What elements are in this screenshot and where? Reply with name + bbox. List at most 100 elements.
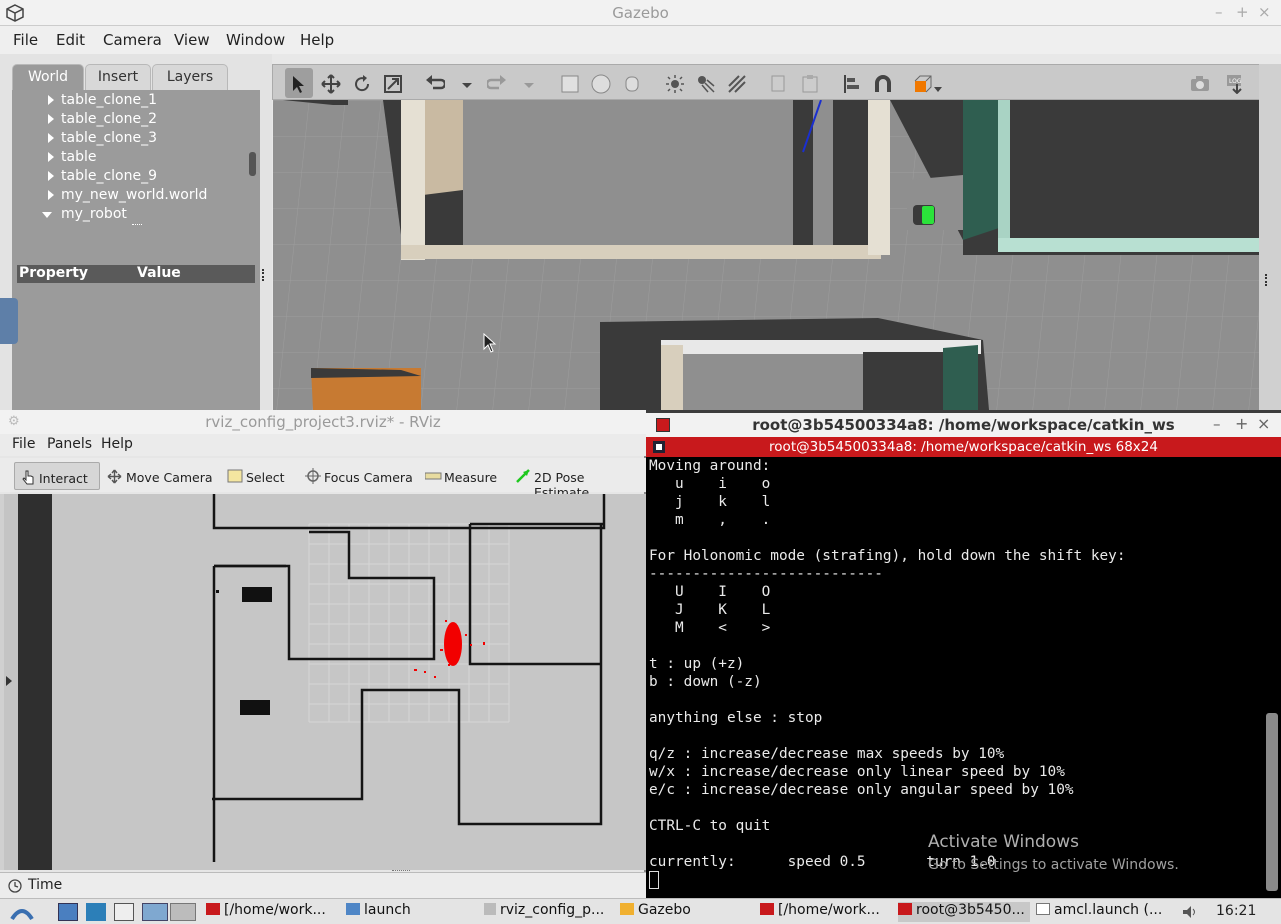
undo-icon[interactable]	[425, 74, 445, 94]
maximize-icon[interactable]: +	[1236, 3, 1249, 21]
terminal-line: Moving around:	[649, 458, 771, 474]
tree-item[interactable]: table_clone_9	[48, 168, 157, 187]
tree-item-expanded[interactable]: my_robot	[42, 206, 127, 225]
start-menu-icon[interactable]	[10, 901, 34, 923]
expand-arrow-icon[interactable]	[48, 133, 54, 143]
tree-item[interactable]: my_new_world.world	[48, 187, 207, 206]
expand-arrow-icon[interactable]	[48, 190, 54, 200]
terminal-line: j k l	[649, 494, 771, 510]
select-arrow-icon[interactable]	[289, 74, 309, 94]
ruler-icon	[425, 472, 442, 480]
tool-select[interactable]: Select	[222, 462, 291, 490]
collapse-arrow-icon[interactable]	[42, 212, 52, 218]
rviz-map-render[interactable]	[4, 494, 646, 870]
splitter-handle[interactable]	[132, 224, 142, 228]
maximize-icon[interactable]: +	[1235, 414, 1248, 433]
side-dock-handle[interactable]	[0, 298, 18, 344]
rotate-icon[interactable]	[352, 74, 372, 94]
task-amcl-launch[interactable]: amcl.launch (...	[1036, 902, 1164, 922]
task-launch-folder[interactable]: launch	[346, 902, 476, 922]
right-splitter-handle[interactable]	[1265, 274, 1269, 286]
tool-measure[interactable]: Measure	[420, 462, 503, 490]
workspace-2-icon[interactable]	[170, 903, 196, 921]
tree-item[interactable]: table_clone_2	[48, 111, 157, 130]
tool-interact[interactable]: Interact	[14, 462, 100, 490]
screenshot-icon[interactable]	[1190, 74, 1210, 94]
tab-layers[interactable]: Layers	[152, 64, 228, 90]
gazebo-title: Gazebo	[612, 4, 669, 22]
tab-world[interactable]: World	[12, 64, 84, 90]
rviz-menu-panels[interactable]: Panels	[47, 436, 92, 452]
menu-help[interactable]: Help	[300, 31, 334, 49]
rviz-3d-view[interactable]	[4, 494, 646, 870]
terminal-output[interactable]: Moving around: u i o j k l m , . For Hol…	[649, 457, 1259, 893]
close-icon[interactable]: ×	[1258, 3, 1271, 21]
view-angle-dropdown-icon[interactable]	[934, 87, 942, 93]
close-icon[interactable]: ×	[1257, 414, 1270, 433]
terminal-tab-bar[interactable]: root@3b54500334a8: /home/workspace/catki…	[646, 437, 1281, 457]
tool-focus-camera[interactable]: Focus Camera	[300, 462, 419, 490]
minimize-icon[interactable]: –	[1213, 415, 1221, 433]
redo-dropdown-icon[interactable]	[519, 74, 539, 94]
align-icon[interactable]	[842, 74, 862, 94]
task-terminal-2[interactable]: [/home/work...	[760, 902, 892, 922]
log-icon[interactable]: LOG	[1225, 74, 1245, 94]
box-icon[interactable]	[560, 74, 580, 94]
undo-dropdown-icon[interactable]	[457, 74, 477, 94]
copy-icon[interactable]	[769, 74, 789, 94]
tab-insert[interactable]: Insert	[85, 64, 151, 90]
gazebo-scene-render[interactable]	[273, 100, 1259, 410]
rviz-menu-file[interactable]: File	[12, 436, 35, 452]
focus-camera-icon	[305, 468, 321, 484]
expand-arrow-icon[interactable]	[48, 114, 54, 124]
menu-file[interactable]: File	[13, 31, 38, 49]
terminal-scrollbar[interactable]	[1266, 713, 1278, 891]
terminal-titlebar[interactable]: root@3b54500334a8: /home/workspace/catki…	[646, 413, 1281, 437]
sphere-icon[interactable]	[591, 74, 611, 94]
menu-camera[interactable]: Camera	[103, 31, 162, 49]
menu-window[interactable]: Window	[226, 31, 285, 49]
tool-move-camera[interactable]: Move Camera	[102, 462, 219, 490]
settings-icon[interactable]	[86, 903, 106, 921]
tree-item[interactable]: table_clone_1	[48, 92, 157, 111]
scale-icon[interactable]	[383, 74, 403, 94]
expand-arrow-icon[interactable]	[48, 95, 54, 105]
gazebo-3d-viewport[interactable]	[273, 100, 1259, 410]
terminal-line: t : up (+z)	[649, 656, 745, 672]
rviz-menu-help[interactable]: Help	[101, 436, 133, 452]
view-angle-icon[interactable]	[913, 74, 933, 94]
spot-light-icon[interactable]	[696, 74, 716, 94]
svg-text:LOG: LOG	[1229, 78, 1242, 85]
task-gazebo[interactable]: Gazebo	[620, 902, 754, 922]
paste-icon[interactable]	[800, 74, 820, 94]
menu-view[interactable]: View	[174, 31, 210, 49]
task-terminal-1[interactable]: [/home/work...	[206, 902, 340, 922]
menu-edit[interactable]: Edit	[56, 31, 85, 49]
translate-icon[interactable]	[321, 74, 341, 94]
rviz-titlebar[interactable]: ⚙ rviz_config_project3.rviz* - RViz	[0, 410, 646, 434]
file-manager-icon[interactable]	[58, 903, 78, 921]
expand-left-panel-icon[interactable]	[6, 676, 12, 686]
minimize-icon[interactable]: –	[1215, 3, 1223, 21]
volume-icon[interactable]	[1181, 904, 1199, 920]
workspace-1-icon[interactable]	[142, 903, 168, 921]
directional-light-icon[interactable]	[727, 74, 747, 94]
task-rviz[interactable]: rviz_config_p...	[484, 902, 616, 922]
gazebo-titlebar[interactable]: Gazebo – + ×	[0, 0, 1281, 26]
redo-icon[interactable]	[487, 74, 507, 94]
tree-scrollbar[interactable]	[249, 152, 256, 176]
expand-arrow-icon[interactable]	[48, 171, 54, 181]
terminal-launcher-icon[interactable]	[114, 903, 134, 921]
tree-item[interactable]: table_clone_3	[48, 130, 157, 149]
task-terminal-active[interactable]: root@3b5450...	[898, 902, 1030, 922]
tool-2d-pose-estimate[interactable]: 2D Pose Estimate	[510, 462, 646, 500]
terminal-line: U I O	[649, 584, 771, 600]
cylinder-icon[interactable]	[622, 74, 642, 94]
panel-splitter-handle[interactable]	[262, 269, 266, 281]
point-light-icon[interactable]	[665, 74, 685, 94]
tree-item[interactable]: table	[48, 149, 96, 168]
expand-arrow-icon[interactable]	[48, 152, 54, 162]
snap-magnet-icon[interactable]	[873, 74, 893, 94]
